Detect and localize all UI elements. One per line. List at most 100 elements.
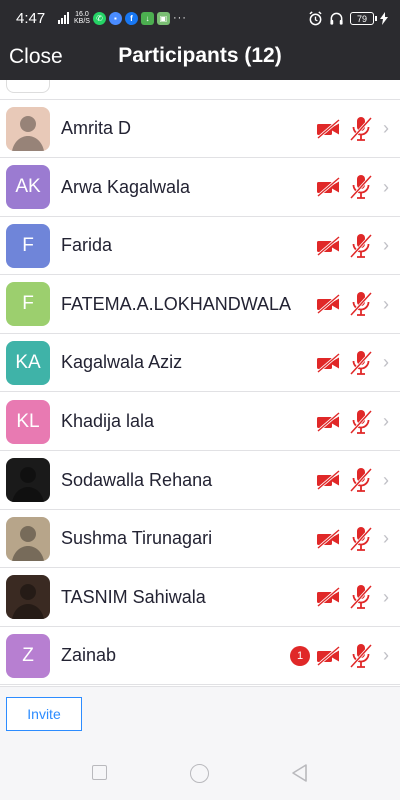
avatar-initials: Z bbox=[22, 644, 34, 666]
mic-muted-icon bbox=[349, 350, 373, 375]
avatar-initials: KA bbox=[15, 351, 41, 373]
participant-row[interactable]: F FATEMA.A.LOKHANDWALA › bbox=[0, 276, 400, 334]
profile-photo-icon bbox=[12, 115, 44, 151]
chevron-right-icon[interactable]: › bbox=[380, 352, 392, 373]
participant-name: Farida bbox=[61, 235, 113, 256]
chevron-right-icon[interactable]: › bbox=[380, 177, 392, 198]
participant-row[interactable]: Z Zainab 1 › bbox=[0, 627, 400, 686]
participant-row[interactable]: KA Kagalwala Aziz › bbox=[0, 334, 400, 393]
net-speed-value: 16.0 bbox=[75, 11, 89, 18]
participant-name: FATEMA.A.LOKHANDWALA bbox=[61, 293, 292, 314]
headphones-icon bbox=[330, 12, 343, 25]
participant-name: Kagalwala Aziz bbox=[61, 352, 183, 373]
system-nav-bar bbox=[0, 741, 400, 800]
participant-controls: 1 › bbox=[290, 642, 392, 670]
status-right-icons: 79 bbox=[308, 11, 388, 26]
participant-row[interactable]: F Farida › bbox=[0, 217, 400, 276]
video-off-icon bbox=[317, 294, 340, 315]
page-title: Participants (12) bbox=[118, 44, 282, 67]
video-off-icon bbox=[317, 645, 340, 666]
avatar-photo bbox=[6, 575, 50, 620]
facebook-icon: f bbox=[124, 11, 138, 25]
chevron-right-icon[interactable]: › bbox=[380, 470, 392, 491]
participant-name: Sushma Tirunagari bbox=[61, 528, 213, 549]
avatar bbox=[6, 80, 50, 93]
avatar-photo bbox=[6, 106, 50, 151]
participant-name: Amrita D bbox=[61, 118, 132, 138]
chevron-right-icon[interactable]: › bbox=[380, 645, 392, 666]
video-off-icon bbox=[317, 411, 340, 432]
participant-list[interactable]: Amrita D › AK Arwa Kagalwala › F Farida › F FATEM… bbox=[0, 80, 400, 686]
participant-row[interactable]: AK Arwa Kagalwala › bbox=[0, 159, 400, 217]
download-icon: ↓ bbox=[140, 11, 154, 25]
alarm-icon bbox=[309, 11, 322, 26]
avatar-photo bbox=[6, 516, 50, 561]
participant-name: Sodawalla Rehana bbox=[61, 469, 213, 490]
participant-row[interactable]: Sushma Tirunagari › bbox=[0, 510, 400, 569]
avatar-initials: AK bbox=[15, 176, 41, 198]
participant-name: TASNIM Sahiwala bbox=[61, 586, 206, 607]
video-off-icon bbox=[317, 352, 340, 373]
chat-badge: 1 bbox=[290, 645, 310, 666]
participant-row[interactable]: TASNIM Sahiwala › bbox=[0, 569, 400, 627]
status-left-icons: 16.0 KB/S ✆ ▪ f ↓ ▣ ··· bbox=[58, 11, 187, 25]
avatar: F bbox=[6, 223, 50, 268]
participant-row[interactable]: Amrita D › bbox=[0, 100, 400, 158]
participant-controls: › bbox=[316, 525, 392, 553]
recent-apps-button[interactable] bbox=[92, 765, 107, 780]
more-icon: ··· bbox=[172, 12, 187, 24]
avatar-initials: F bbox=[22, 293, 34, 315]
participant-controls: › bbox=[316, 232, 392, 260]
net-speed-unit: KB/S bbox=[74, 18, 90, 25]
avatar-initials: KL bbox=[16, 410, 40, 432]
profile-photo-icon bbox=[12, 467, 44, 503]
home-button[interactable] bbox=[190, 764, 209, 783]
top-bar: 4:47 16.0 KB/S ✆ ▪ f ↓ ▣ ··· 79 Close Pa… bbox=[0, 0, 400, 80]
participant-name: Arwa Kagalwala bbox=[61, 176, 191, 197]
participant-controls: › bbox=[316, 349, 392, 377]
participant-controls: › bbox=[316, 115, 392, 143]
back-button[interactable] bbox=[290, 763, 308, 783]
video-off-icon bbox=[317, 118, 340, 139]
messages-icon: ▪ bbox=[108, 11, 122, 25]
net-speed: 16.0 KB/S bbox=[74, 11, 90, 25]
battery-level: 79 bbox=[356, 13, 367, 24]
mic-muted-icon bbox=[349, 409, 373, 434]
avatar: AK bbox=[6, 165, 50, 210]
chevron-right-icon[interactable]: › bbox=[380, 411, 392, 432]
participant-controls: › bbox=[316, 466, 392, 494]
mic-muted-icon bbox=[349, 526, 373, 551]
mic-muted-icon bbox=[349, 585, 373, 610]
mic-muted-icon bbox=[349, 175, 373, 200]
chevron-right-icon[interactable]: › bbox=[380, 528, 392, 549]
mic-muted-icon bbox=[349, 292, 373, 317]
participant-controls: › bbox=[316, 408, 392, 436]
participant-row[interactable]: KL Khadija lala › bbox=[0, 393, 400, 451]
mic-muted-icon bbox=[349, 468, 373, 493]
video-off-icon bbox=[317, 235, 340, 256]
participant-row[interactable]: Sodawalla Rehana › bbox=[0, 452, 400, 510]
video-off-icon bbox=[317, 470, 340, 491]
gallery-icon: ▣ bbox=[156, 11, 170, 25]
avatar-photo bbox=[6, 458, 50, 503]
video-off-icon bbox=[317, 177, 340, 198]
participant-name: Zainab bbox=[61, 645, 117, 666]
video-off-icon bbox=[317, 528, 340, 549]
participant-controls: › bbox=[316, 583, 392, 611]
chevron-right-icon[interactable]: › bbox=[380, 294, 392, 315]
invite-button[interactable]: Invite bbox=[6, 697, 82, 731]
avatar: KL bbox=[6, 399, 50, 444]
avatar-initials: F bbox=[22, 234, 34, 256]
profile-photo-icon bbox=[12, 584, 44, 620]
participant-controls: › bbox=[316, 173, 392, 201]
participant-controls: › bbox=[316, 290, 392, 318]
mic-muted-icon bbox=[349, 643, 373, 668]
list-item-partial[interactable] bbox=[0, 80, 400, 100]
chevron-right-icon[interactable]: › bbox=[380, 587, 392, 608]
profile-photo-icon bbox=[12, 525, 44, 561]
chevron-right-icon[interactable]: › bbox=[380, 118, 392, 139]
mic-muted-icon bbox=[349, 116, 373, 141]
chevron-right-icon[interactable]: › bbox=[380, 235, 392, 256]
status-bar: 4:47 16.0 KB/S ✆ ▪ f ↓ ▣ ··· 79 bbox=[0, 0, 400, 38]
battery-indicator: 79 bbox=[350, 12, 377, 25]
